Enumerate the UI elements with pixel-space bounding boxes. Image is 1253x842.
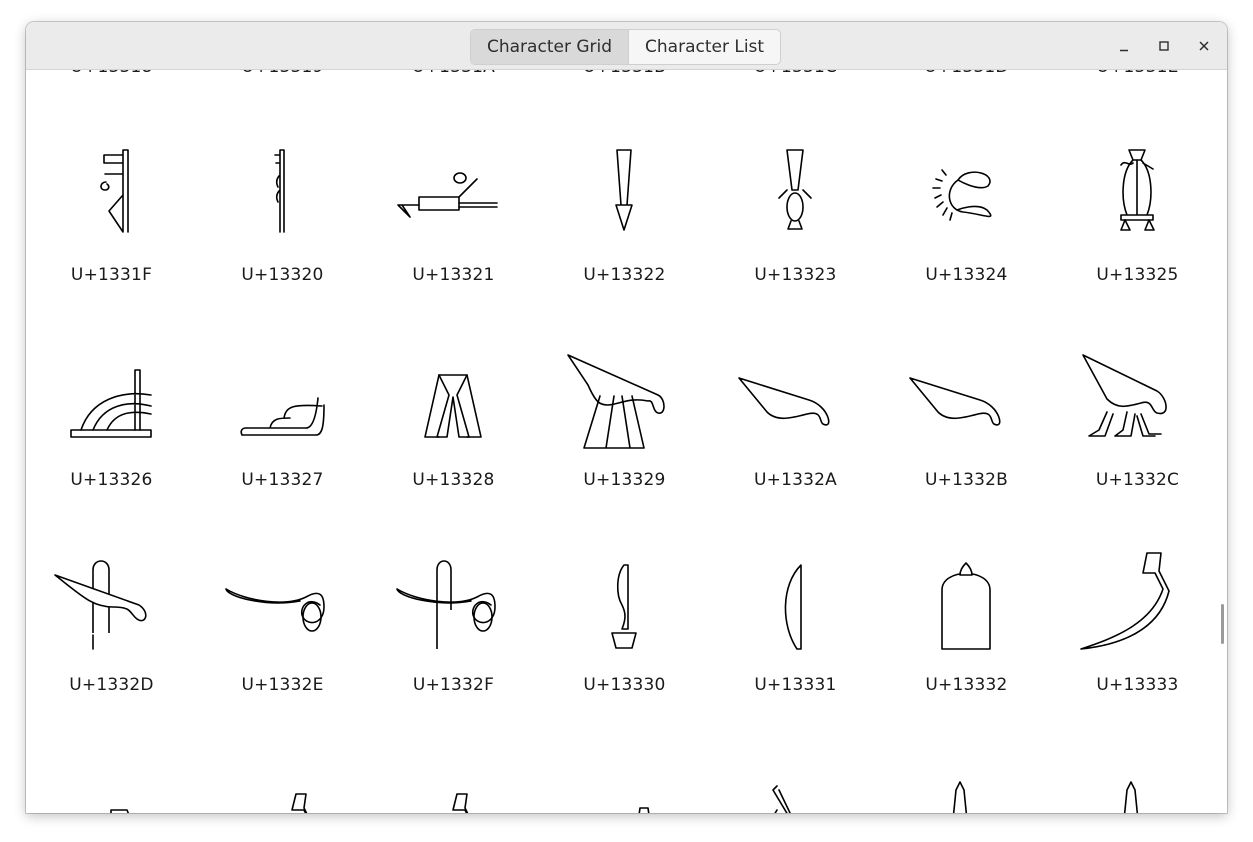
- codepoint-label: U+13333: [1096, 675, 1179, 695]
- minimize-icon: [1120, 49, 1128, 52]
- view-switcher: Character Grid Character List: [470, 29, 782, 65]
- hieroglyph-glyph: [393, 545, 513, 650]
- hieroglyph-glyph: [735, 135, 855, 240]
- codepoint-label: U+1332E: [241, 675, 324, 695]
- hieroglyph-glyph: [735, 545, 855, 650]
- hieroglyph-glyph: [393, 750, 513, 813]
- codepoint-label: U+13320: [241, 265, 324, 285]
- codepoint-label: U+13321: [412, 265, 495, 285]
- maximize-icon: [1159, 41, 1169, 51]
- hieroglyph-glyph: [906, 750, 1026, 813]
- codepoint-label: U+1332C: [1095, 470, 1180, 490]
- hieroglyph-glyph: [735, 340, 855, 445]
- codepoint-label: U+13332: [925, 675, 1008, 695]
- codepoint-label: U+1332D: [69, 675, 154, 695]
- hieroglyph-glyph: [564, 545, 684, 650]
- codepoint-label: U+1332A: [754, 470, 837, 490]
- hieroglyph-glyph: [393, 135, 513, 240]
- character-grid: U+13318U+13319U+1331AU+1331BU+1331CU+133…: [26, 70, 1227, 813]
- hieroglyph-glyph: [51, 750, 171, 813]
- hieroglyph-glyph: [51, 545, 171, 650]
- close-icon: [1199, 41, 1209, 51]
- codepoint-label: U+13319: [197, 70, 368, 77]
- codepoint-label: U+13318: [26, 70, 197, 77]
- hieroglyph-glyph: [906, 545, 1026, 650]
- codepoint-label: U+13326: [70, 470, 153, 490]
- codepoint-label: U+13323: [754, 265, 837, 285]
- hieroglyph-glyph: [906, 340, 1026, 445]
- hieroglyph-glyph: [1077, 750, 1197, 813]
- hieroglyph-glyph: [1077, 340, 1197, 445]
- hieroglyph-glyph: [393, 340, 513, 445]
- hieroglyph-glyph: [222, 135, 342, 240]
- codepoint-label: U+1331C: [710, 70, 881, 77]
- codepoint-label: U+13324: [925, 265, 1008, 285]
- codepoint-label: U+13328: [412, 470, 495, 490]
- codepoint-label: U+1332F: [412, 675, 495, 695]
- codepoint-label: U+13331: [754, 675, 837, 695]
- codepoint-label: U+13325: [1096, 265, 1179, 285]
- hieroglyph-glyph: [1077, 135, 1197, 240]
- hieroglyph-glyph: [735, 750, 855, 813]
- codepoint-label: U+1331E: [1052, 70, 1223, 77]
- hieroglyph-glyph: [1077, 545, 1197, 650]
- codepoint-label: U+1332B: [924, 470, 1008, 490]
- codepoint-label: U+13322: [583, 265, 666, 285]
- hieroglyph-glyph: [564, 340, 684, 449]
- hieroglyph-glyph: [906, 135, 1026, 240]
- hieroglyph-glyph: [222, 750, 342, 813]
- hieroglyph-glyph: [222, 340, 342, 445]
- close-button[interactable]: [1192, 34, 1216, 58]
- codepoint-label: U+1331F: [70, 265, 153, 285]
- maximize-button[interactable]: [1152, 34, 1176, 58]
- hieroglyph-glyph: [564, 750, 684, 813]
- codepoint-label: U+13330: [583, 675, 666, 695]
- codepoint-label: U+13327: [241, 470, 324, 490]
- header-bar: Character Grid Character List: [26, 22, 1227, 70]
- hieroglyph-glyph: [222, 545, 342, 650]
- tab-character-grid[interactable]: Character Grid: [471, 30, 629, 64]
- hieroglyph-glyph: [51, 135, 171, 240]
- tab-character-list[interactable]: Character List: [628, 30, 780, 64]
- codepoint-label: U+1331D: [881, 70, 1052, 77]
- minimize-button[interactable]: [1112, 34, 1136, 58]
- codepoint-label: U+13329: [583, 470, 666, 490]
- hieroglyph-glyph: [564, 135, 684, 240]
- character-map-window: Character Grid Character List U+13318U+1…: [26, 22, 1227, 813]
- codepoint-label: U+1331B: [539, 70, 710, 77]
- hieroglyph-glyph: [51, 340, 171, 445]
- scrollbar[interactable]: [1221, 604, 1224, 644]
- codepoint-label: U+1331A: [368, 70, 539, 77]
